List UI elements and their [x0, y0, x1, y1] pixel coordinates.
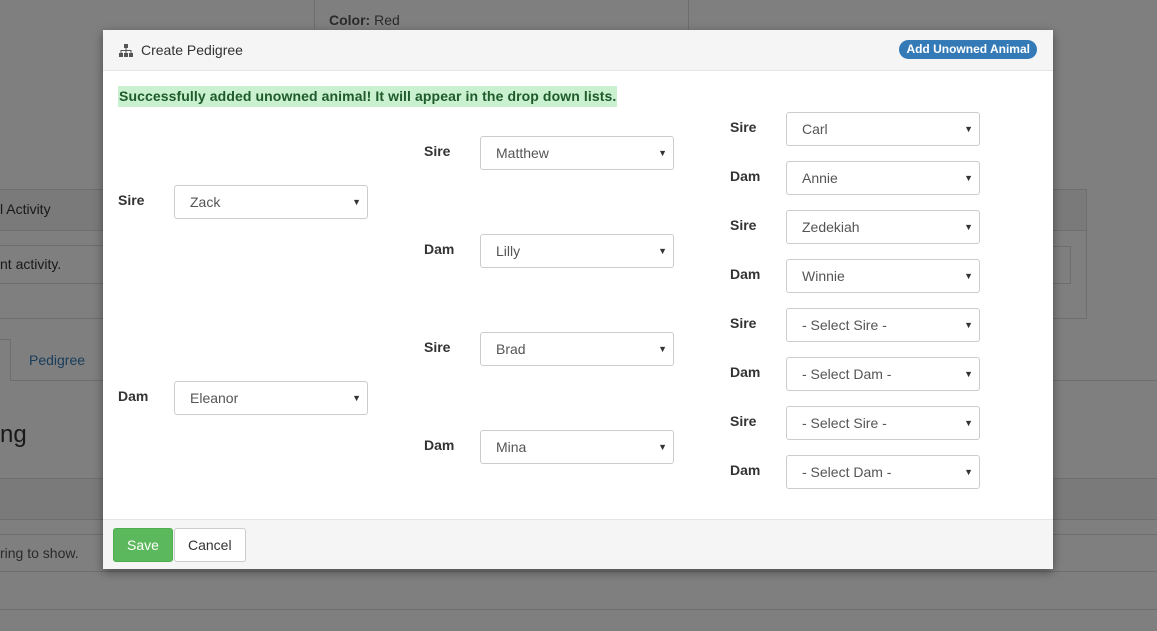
gen1-dam-select[interactable]: Eleanor ▼	[174, 381, 368, 415]
chevron-down-icon: ▼	[964, 173, 973, 183]
gen3-sire-3-label: Sire	[730, 315, 757, 331]
gen3-dam-4-label: Dam	[730, 462, 761, 478]
gen3-sire-1-select[interactable]: Carl ▼	[786, 112, 980, 146]
chevron-down-icon: ▼	[658, 246, 667, 256]
add-unowned-animal-button[interactable]: Add Unowned Animal	[899, 40, 1037, 59]
chevron-down-icon: ▼	[964, 271, 973, 281]
modal-header: Create Pedigree Add Unowned Animal	[103, 30, 1053, 71]
chevron-down-icon: ▼	[658, 442, 667, 452]
chevron-down-icon: ▼	[352, 197, 361, 207]
gen3-dam-3-select[interactable]: - Select Dam - ▼	[786, 357, 980, 391]
chevron-down-icon: ▼	[964, 222, 973, 232]
gen3-sire-1-value: Carl	[802, 121, 828, 137]
gen3-sire-2-label: Sire	[730, 217, 757, 233]
gen3-sire-4-value: - Select Sire -	[802, 415, 887, 431]
gen3-dam-4-select[interactable]: - Select Dam - ▼	[786, 455, 980, 489]
gen2-sire-1-select[interactable]: Matthew ▼	[480, 136, 674, 170]
gen2-sire-1-label: Sire	[424, 143, 451, 159]
gen3-dam-3-value: - Select Dam -	[802, 366, 892, 382]
modal-footer: Save Cancel	[103, 519, 1053, 569]
chevron-down-icon: ▼	[964, 418, 973, 428]
chevron-down-icon: ▼	[658, 148, 667, 158]
gen2-dam-2-value: Mina	[496, 439, 527, 455]
cancel-button[interactable]: Cancel	[174, 528, 246, 562]
gen3-sire-2-value: Zedekiah	[802, 219, 860, 235]
gen3-sire-3-select[interactable]: - Select Sire - ▼	[786, 308, 980, 342]
gen3-sire-1-label: Sire	[730, 119, 757, 135]
gen3-dam-1-label: Dam	[730, 168, 761, 184]
chevron-down-icon: ▼	[964, 467, 973, 477]
modal-title: Create Pedigree	[119, 42, 243, 58]
gen3-dam-2-select[interactable]: Winnie ▼	[786, 259, 980, 293]
chevron-down-icon: ▼	[964, 320, 973, 330]
gen2-sire-2-label: Sire	[424, 339, 451, 355]
chevron-down-icon: ▼	[352, 393, 361, 403]
gen1-sire-label: Sire	[118, 192, 145, 208]
gen3-dam-2-value: Winnie	[802, 268, 845, 284]
gen2-sire-2-select[interactable]: Brad ▼	[480, 332, 674, 366]
gen1-sire-value: Zack	[190, 194, 221, 210]
gen2-dam-1-value: Lilly	[496, 243, 521, 259]
chevron-down-icon: ▼	[658, 344, 667, 354]
gen2-sire-2-value: Brad	[496, 341, 526, 357]
gen3-dam-2-label: Dam	[730, 266, 761, 282]
create-pedigree-modal: Create Pedigree Add Unowned Animal Succe…	[103, 30, 1053, 569]
gen1-dam-value: Eleanor	[190, 390, 239, 406]
gen2-dam-1-label: Dam	[424, 241, 455, 257]
gen2-sire-1-value: Matthew	[496, 145, 549, 161]
save-button[interactable]: Save	[113, 528, 173, 562]
gen3-dam-4-value: - Select Dam -	[802, 464, 892, 480]
gen2-dam-2-label: Dam	[424, 437, 455, 453]
sitemap-icon	[119, 43, 133, 57]
gen3-dam-3-label: Dam	[730, 364, 761, 380]
gen2-dam-2-select[interactable]: Mina ▼	[480, 430, 674, 464]
gen3-sire-2-select[interactable]: Zedekiah ▼	[786, 210, 980, 244]
gen3-dam-1-select[interactable]: Annie ▼	[786, 161, 980, 195]
gen3-sire-4-select[interactable]: - Select Sire - ▼	[786, 406, 980, 440]
gen3-sire-4-label: Sire	[730, 413, 757, 429]
modal-title-text: Create Pedigree	[141, 42, 243, 58]
success-alert: Successfully added unowned animal! It wi…	[118, 86, 618, 107]
gen2-dam-1-select[interactable]: Lilly ▼	[480, 234, 674, 268]
chevron-down-icon: ▼	[964, 124, 973, 134]
gen1-dam-label: Dam	[118, 388, 149, 404]
gen1-sire-select[interactable]: Zack ▼	[174, 185, 368, 219]
gen3-dam-1-value: Annie	[802, 170, 838, 186]
gen3-sire-3-value: - Select Sire -	[802, 317, 887, 333]
chevron-down-icon: ▼	[964, 369, 973, 379]
